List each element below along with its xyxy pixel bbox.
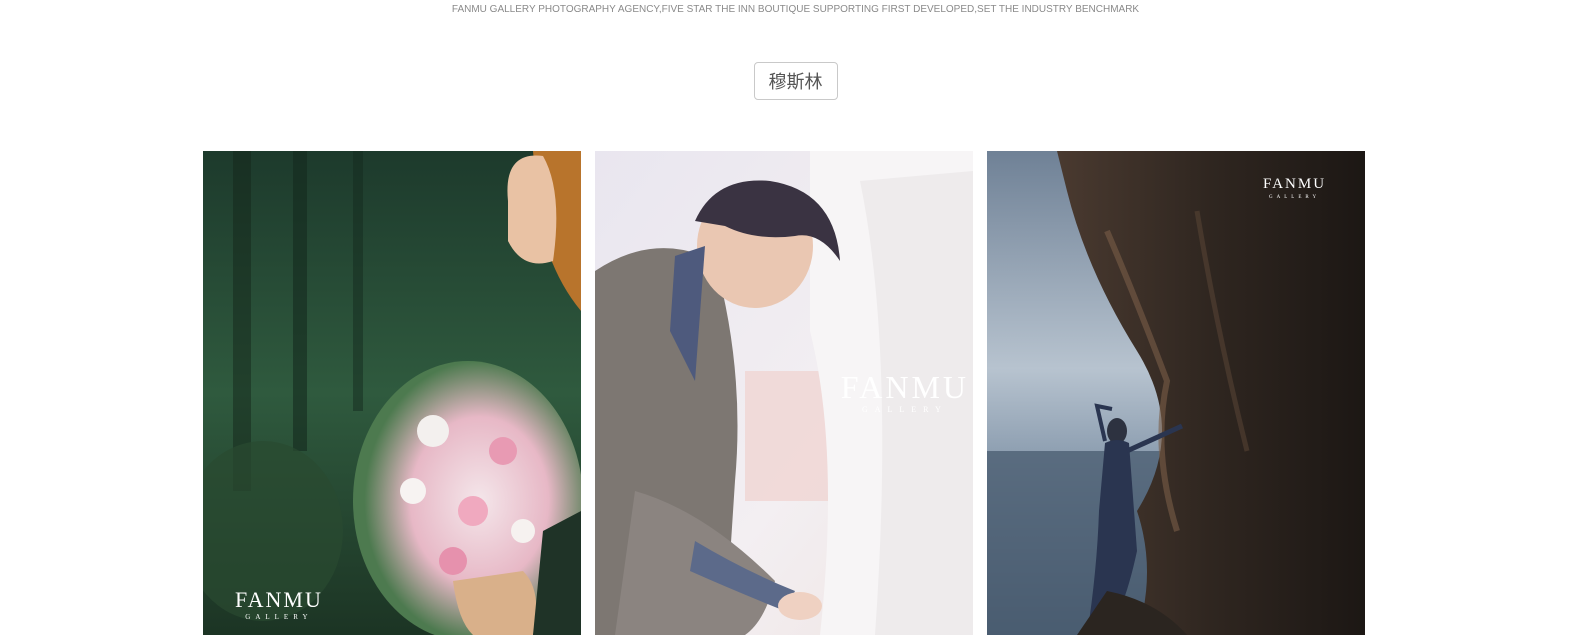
fanmu-watermark: FANMU GALLERY [1263, 176, 1327, 201]
gallery-photo-1[interactable]: FANMU GALLERY [203, 151, 581, 635]
photo-gallery: FANMU GALLERY FANMU GALLERY FANMU GALLER… [203, 151, 1365, 635]
gallery-photo-2[interactable]: FANMU GALLERY [595, 151, 973, 635]
watermark-brand: FANMU [235, 587, 323, 612]
page: FANMU GALLERY PHOTOGRAPHY AGENCY,FIVE ST… [0, 0, 1591, 635]
fanmu-watermark: FANMU GALLERY [235, 589, 323, 621]
category-tag-button[interactable]: 穆斯林 [753, 62, 838, 100]
fanmu-watermark: FANMU GALLERY [841, 371, 969, 414]
bride-on-sea-cliff-photo [987, 151, 1365, 635]
watermark-brand: FANMU [1263, 176, 1327, 192]
watermark-sub: GALLERY [1269, 195, 1321, 200]
watermark-brand: FANMU [840, 369, 969, 405]
watermark-sub: GALLERY [861, 405, 948, 414]
header-tagline: FANMU GALLERY PHOTOGRAPHY AGENCY,FIVE ST… [451, 4, 1140, 15]
bride-with-flower-bouquet-photo [203, 151, 581, 635]
watermark-sub: GALLERY [245, 613, 313, 621]
gallery-photo-3[interactable]: FANMU GALLERY [987, 151, 1365, 635]
